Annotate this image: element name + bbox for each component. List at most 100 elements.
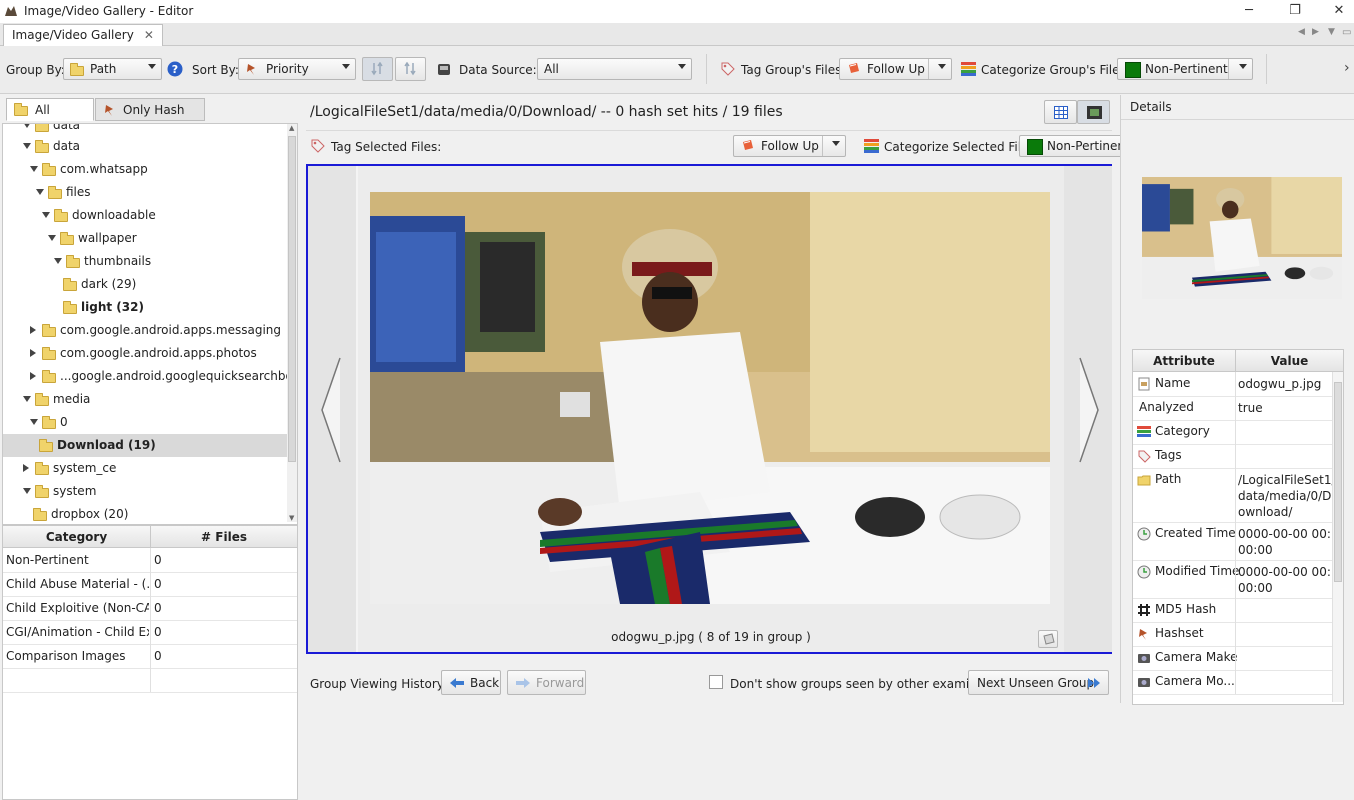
category-row[interactable]: Comparison Images 0 [3,644,297,669]
tree-item[interactable]: com.google.android.apps.messaging [3,319,289,342]
back-button[interactable]: Back [441,670,501,695]
tab-restore-icon[interactable]: ▭ [1342,27,1351,38]
categorize-group-select[interactable]: Non-Pertinent [1117,58,1253,80]
clock-icon [1137,565,1151,579]
category-row[interactable]: Child Exploitive (Non-CA... 0 [3,596,297,621]
tree-item[interactable]: system [3,480,289,503]
help-icon[interactable]: ? [167,61,183,77]
tree-item[interactable]: ...google.android.googlequicksearchbox [3,365,297,388]
tree-item[interactable]: data [3,135,289,158]
tab-all-groups[interactable]: All Groups [6,98,94,139]
folder-icon [54,209,68,222]
next-unseen-group-button[interactable]: Next Unseen Group [968,670,1109,695]
expand-down-icon[interactable] [23,124,31,128]
next-image-button[interactable] [1064,166,1112,652]
tree-item[interactable]: downloadable [3,204,289,227]
sort-descending-button[interactable] [395,57,426,81]
attribute-row[interactable]: Hashset [1133,622,1341,647]
attribute-row[interactable]: Category [1133,420,1341,445]
attribute-row[interactable]: Name odogwu_p.jpg [1133,372,1341,397]
attribute-value: true [1238,401,1263,415]
group-by-select[interactable]: Path [63,58,162,80]
tree-item[interactable]: com.whatsapp [3,158,289,181]
tree-item-label: light (32) [81,300,144,314]
files-column-header[interactable]: # Files [151,526,297,548]
image-tag-button[interactable] [1038,630,1058,648]
attribute-row[interactable]: Created Time 0000-00-00 00:00:00 [1133,522,1341,561]
minimize-button[interactable]: ─ [1226,0,1272,23]
expand-right-icon[interactable] [23,464,29,472]
tree-item[interactable]: system_ce [3,457,289,480]
tab-close-icon[interactable]: ✕ [144,28,154,42]
expand-down-icon[interactable] [23,488,31,494]
tree-item[interactable]: files [3,181,289,204]
divider [306,130,1112,131]
tab-list-icon[interactable]: ▼ [1328,27,1335,37]
tree-item[interactable]: Download (19) [3,434,289,457]
expand-down-icon[interactable] [54,258,62,264]
value-column-header[interactable]: Value [1236,350,1343,372]
tree-item[interactable]: thumbnails [3,250,289,273]
chevron-down-icon [832,141,840,146]
group-tree[interactable]: data data com.whatsapp files downloadable wal… [2,123,298,525]
attribute-scroll-thumb[interactable] [1334,382,1342,582]
scroll-up-icon[interactable]: ▲ [289,124,294,132]
attribute-row[interactable]: Modified Time 0000-00-00 00:00:00 [1133,560,1341,599]
chevron-down-icon [148,64,156,69]
tab-scroll-right-icon[interactable]: ▶ [1312,27,1319,37]
tree-item[interactable]: media [3,388,289,411]
attribute-row[interactable]: Path/LogicalFileSet1/data/media/0/Downlo… [1133,468,1341,523]
data-source-select[interactable]: All [537,58,692,80]
slideshow-view-button[interactable] [1077,100,1110,124]
attribute-row[interactable]: Camera Mo... [1133,670,1341,695]
tag-group-select[interactable]: Follow Up [839,58,952,80]
expand-right-icon[interactable] [30,372,36,380]
previous-image-button[interactable] [308,166,356,652]
main-photo[interactable] [370,192,1050,604]
toolbar-overflow-icon[interactable]: › [1344,60,1350,76]
tag-selected-select[interactable]: Follow Up [733,135,846,157]
expand-down-icon[interactable] [48,235,56,241]
sort-ascending-button[interactable] [362,57,393,81]
hashset-icon [1139,629,1147,640]
sort-by-select[interactable]: Priority [238,58,356,80]
expand-right-icon[interactable] [30,326,36,334]
attribute-key: Tags [1155,448,1182,462]
attribute-column-header[interactable]: Attribute [1133,350,1236,372]
attribute-row[interactable]: Camera Make [1133,646,1341,671]
tree-scrollbar[interactable]: ▲ ▼ [287,124,297,522]
maximize-button[interactable]: ❐ [1272,0,1318,23]
expand-down-icon[interactable] [30,166,38,172]
tree-item[interactable]: light (32) [3,296,289,319]
tab-only-hash-hits[interactable]: Only Hash Hits [95,98,205,139]
expand-right-icon[interactable] [30,349,36,357]
attribute-scrollbar[interactable] [1332,372,1343,702]
tree-item[interactable]: dropbox (20) [3,503,289,524]
dont-show-checkbox[interactable] [709,675,723,689]
tile-view-button[interactable] [1044,100,1077,124]
expand-down-icon[interactable] [23,396,31,402]
expand-down-icon[interactable] [36,189,44,195]
tree-item[interactable]: 0 [3,411,289,434]
expand-down-icon[interactable] [23,143,31,149]
scroll-down-icon[interactable]: ▼ [289,514,294,522]
attribute-row[interactable]: Tags [1133,444,1341,469]
category-row[interactable]: Non-Pertinent 0 [3,548,297,573]
forward-button[interactable]: Forward [507,670,586,695]
expand-down-icon[interactable] [42,212,50,218]
tree-item[interactable]: wallpaper [3,227,289,250]
attribute-row[interactable]: Analyzed true [1133,396,1341,421]
tree-scroll-thumb[interactable] [288,136,296,462]
tab-scroll-left-icon[interactable]: ◀ [1298,27,1305,37]
expand-down-icon[interactable] [30,419,38,425]
category-row[interactable] [3,668,297,693]
close-button[interactable]: ✕ [1316,0,1354,23]
category-row[interactable]: Child Abuse Material - (... 0 [3,572,297,597]
tree-item[interactable]: com.google.android.apps.photos [3,342,289,365]
attribute-row[interactable]: MD5 Hash [1133,598,1341,623]
column-divider [1235,420,1236,444]
category-row[interactable]: CGI/Animation - Child Ex... 0 [3,620,297,645]
tree-item[interactable]: dark (29) [3,273,289,296]
tab-image-video-gallery[interactable]: Image/Video Gallery ✕ [3,24,163,46]
category-column-header[interactable]: Category [3,526,151,548]
